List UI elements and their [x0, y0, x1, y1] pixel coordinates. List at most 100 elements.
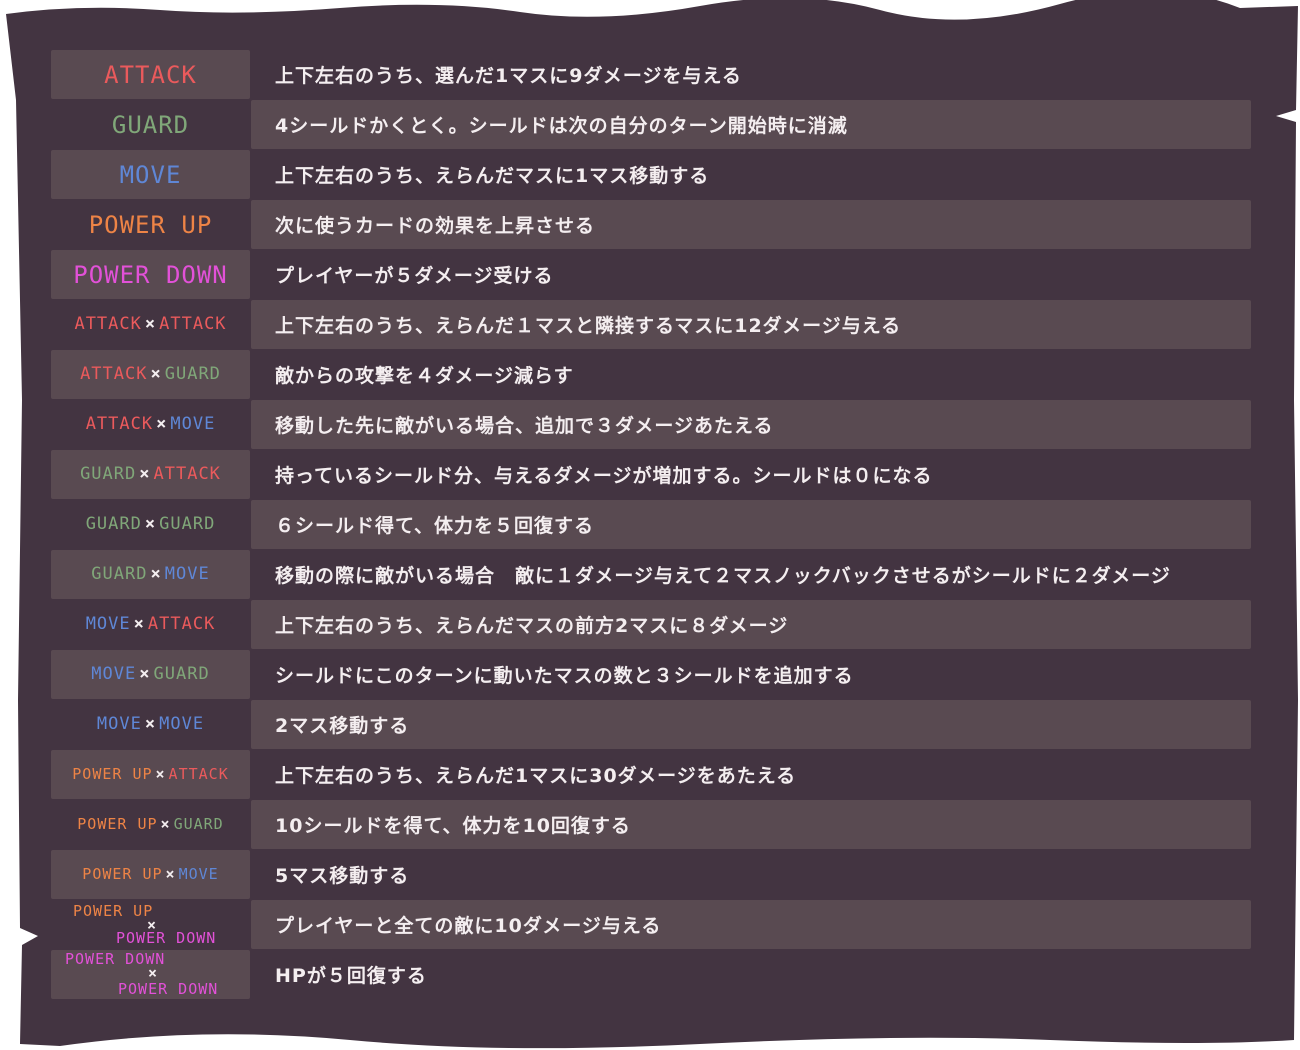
row-description: 上下左右のうち、えらんだ1マスに30ダメージをあたえる: [275, 765, 797, 787]
card-label-power-up: POWER UP: [51, 200, 250, 249]
times-symbol: ×: [156, 414, 168, 434]
card-label-move: MOVE: [51, 150, 250, 199]
row-description: 上下左右のうち、えらんだマスに1マス移動する: [275, 165, 710, 187]
guard-text: GUARD: [85, 514, 142, 534]
move-text: MOVE: [96, 714, 142, 734]
table-row: POWER UP 次に使うカードの効果を上昇させる: [51, 200, 1251, 250]
row-description: 上下左右のうち、選んだ1マスに9ダメージを与える: [275, 65, 742, 87]
table-row: POWER UP × MOVE 5マス移動する: [51, 850, 1251, 900]
attack-text: ATTACK: [74, 314, 142, 334]
guard-text: GUARD: [164, 364, 221, 384]
move-text: MOVE: [91, 664, 137, 684]
attack-text: ATTACK: [85, 414, 154, 434]
row-description: 上下左右のうち、えらんだ１マスと隣接するマスに12ダメージ与える: [251, 300, 1251, 349]
row-description: シールドにこのターンに動いたマスの数と３シールドを追加する: [275, 665, 854, 687]
card-label-power-down: POWER DOWN: [51, 250, 250, 299]
power-up-text: POWER UP: [77, 815, 158, 833]
power-up-text: POWER UP: [73, 902, 154, 920]
table-row: GUARD 4シールドかくとく。シールドは次の自分のターン開始時に消滅: [51, 100, 1251, 150]
row-description: 2マス移動する: [251, 700, 1251, 749]
attack-text: ATTACK: [80, 364, 148, 384]
combo-label-guard-guard: GUARD × GUARD: [51, 500, 250, 549]
times-symbol: ×: [144, 714, 157, 734]
guard-text: GUARD: [91, 564, 148, 584]
row-description: プレイヤーが５ダメージ受ける: [275, 265, 554, 287]
row-description: 10シールドを得て、体力を10回復する: [251, 800, 1251, 849]
attack-text: ATTACK: [159, 314, 227, 334]
times-symbol: ×: [144, 314, 157, 334]
times-symbol: ×: [139, 464, 151, 484]
guard-text: GUARD: [159, 514, 216, 534]
row-description: 持っているシールド分、与えるダメージが増加する。シールドは０になる: [275, 465, 933, 487]
move-text: MOVE: [119, 160, 182, 189]
card-label-guard: GUARD: [51, 100, 250, 149]
combo-label-move-guard: MOVE × GUARD: [51, 650, 250, 699]
combo-label-powerup-attack: POWER UP × ATTACK: [51, 750, 250, 799]
move-text: MOVE: [85, 614, 131, 634]
table-row: ATTACK 上下左右のうち、選んだ1マスに9ダメージを与える: [51, 50, 1251, 100]
times-symbol: ×: [148, 964, 159, 982]
move-text: MOVE: [170, 414, 216, 434]
row-description: 敵からの攻撃を４ダメージ減らす: [275, 365, 574, 387]
attack-text: ATTACK: [168, 765, 229, 783]
table-row: GUARD × MOVE 移動の際に敵がいる場合 敵に１ダメージ与えて２マスノッ…: [51, 550, 1251, 600]
row-description: プレイヤーと全ての敵に10ダメージ与える: [251, 900, 1251, 949]
power-up-text: POWER UP: [82, 865, 163, 883]
table-row: POWER UP × POWER DOWN プレイヤーと全ての敵に10ダメージ与…: [51, 900, 1251, 950]
times-symbol: ×: [165, 865, 176, 883]
table-row: POWER DOWN × POWER DOWN HPが５回復する: [51, 950, 1251, 1000]
power-down-text: POWER DOWN: [116, 929, 217, 947]
times-symbol: ×: [139, 664, 151, 684]
table-row: MOVE × GUARD シールドにこのターンに動いたマスの数と３シールドを追加…: [51, 650, 1251, 700]
combo-label-attack-attack: ATTACK × ATTACK: [51, 300, 250, 349]
combo-label-guard-attack: GUARD × ATTACK: [51, 450, 250, 499]
table-row: GUARD × GUARD ６シールド得て、体力を５回復する: [51, 500, 1251, 550]
table-row: ATTACK × MOVE 移動した先に敵がいる場合、追加で３ダメージあたえる: [51, 400, 1251, 450]
card-reference-board: ATTACK 上下左右のうち、選んだ1マスに9ダメージを与える GUARD 4シ…: [0, 0, 1300, 1050]
row-description: 次に使うカードの効果を上昇させる: [251, 200, 1251, 249]
times-symbol: ×: [144, 514, 157, 534]
combo-label-guard-move: GUARD × MOVE: [51, 550, 250, 599]
power-up-text: POWER UP: [72, 765, 153, 783]
combo-label-attack-move: ATTACK × MOVE: [51, 400, 250, 449]
table-row: GUARD × ATTACK 持っているシールド分、与えるダメージが増加する。シ…: [51, 450, 1251, 500]
move-text: MOVE: [159, 714, 205, 734]
table-row: POWER DOWN プレイヤーが５ダメージ受ける: [51, 250, 1251, 300]
guard-text: GUARD: [80, 464, 137, 484]
combo-label-move-move: MOVE × MOVE: [51, 700, 250, 749]
power-up-text: POWER UP: [88, 210, 213, 239]
row-description: 移動した先に敵がいる場合、追加で３ダメージあたえる: [251, 400, 1251, 449]
combo-label-powerup-guard: POWER UP × GUARD: [51, 800, 250, 849]
power-down-text: POWER DOWN: [73, 260, 228, 289]
combo-table: ATTACK 上下左右のうち、選んだ1マスに9ダメージを与える GUARD 4シ…: [51, 50, 1251, 1000]
table-row: ATTACK × GUARD 敵からの攻撃を４ダメージ減らす: [51, 350, 1251, 400]
combo-label-powerup-powerdown: POWER UP × POWER DOWN: [51, 900, 250, 949]
table-row: MOVE × MOVE 2マス移動する: [51, 700, 1251, 750]
table-row: POWER UP × GUARD 10シールドを得て、体力を10回復する: [51, 800, 1251, 850]
combo-label-powerdown-powerdown: POWER DOWN × POWER DOWN: [51, 950, 250, 999]
move-text: MOVE: [164, 564, 210, 584]
times-symbol: ×: [150, 364, 162, 384]
combo-label-powerup-move: POWER UP × MOVE: [51, 850, 250, 899]
times-symbol: ×: [155, 765, 166, 783]
row-description: 4シールドかくとく。シールドは次の自分のターン開始時に消滅: [251, 100, 1251, 149]
move-text: MOVE: [178, 865, 219, 883]
times-symbol: ×: [160, 815, 171, 833]
row-description: 5マス移動する: [275, 865, 410, 887]
attack-text: ATTACK: [153, 464, 221, 484]
combo-label-attack-guard: ATTACK × GUARD: [51, 350, 250, 399]
table-row: ATTACK × ATTACK 上下左右のうち、えらんだ１マスと隣接するマスに1…: [51, 300, 1251, 350]
times-symbol: ×: [150, 564, 162, 584]
table-row: MOVE 上下左右のうち、えらんだマスに1マス移動する: [51, 150, 1251, 200]
guard-text: GUARD: [153, 664, 210, 684]
times-symbol: ×: [133, 614, 145, 634]
row-description: 移動の際に敵がいる場合 敵に１ダメージ与えて２マスノックバックさせるがシールドに…: [275, 565, 1171, 587]
table-row: MOVE × ATTACK 上下左右のうち、えらんだマスの前方2マスに８ダメージ: [51, 600, 1251, 650]
row-description: ６シールド得て、体力を５回復する: [251, 500, 1251, 549]
guard-text: GUARD: [111, 110, 190, 139]
row-description: 上下左右のうち、えらんだマスの前方2マスに８ダメージ: [251, 600, 1251, 649]
attack-text: ATTACK: [104, 60, 197, 89]
card-label-attack: ATTACK: [51, 50, 250, 99]
row-description: HPが５回復する: [275, 965, 427, 987]
guard-text: GUARD: [173, 815, 224, 833]
